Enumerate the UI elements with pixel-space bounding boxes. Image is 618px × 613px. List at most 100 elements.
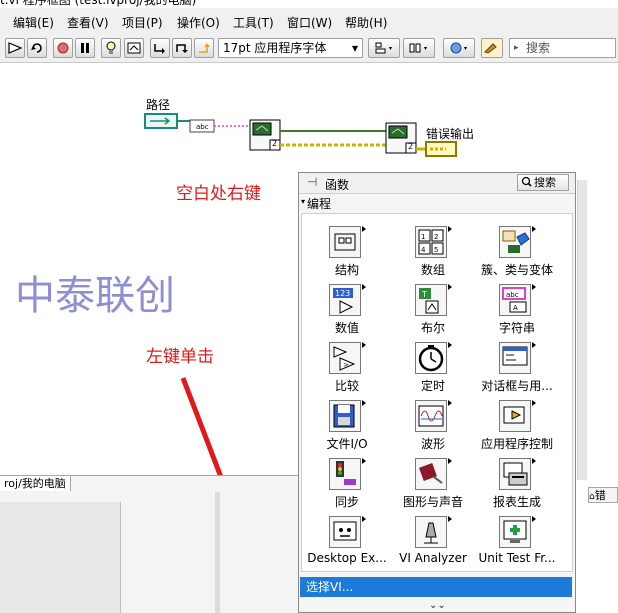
svg-text:4: 4	[421, 246, 426, 254]
palette-item-label: 图形与声音	[402, 495, 463, 509]
magnifier-icon	[521, 175, 532, 193]
palette-item-label: VI Analyzer	[399, 551, 467, 565]
project-tab-bar: roj/我的电脑	[0, 475, 300, 493]
desktop-execution-icon	[329, 516, 366, 548]
palette-header: ⊣ 函数 搜索	[299, 173, 575, 194]
svg-text:2: 2	[434, 233, 438, 241]
reorder-icon[interactable]	[443, 38, 475, 58]
palette-item-label: 对话框与用...	[481, 379, 553, 393]
collapse-triangle-icon[interactable]: ▾	[301, 197, 305, 206]
palette-category[interactable]: 编程	[307, 195, 331, 212]
palette-item-label: 应用程序控制	[480, 437, 553, 451]
svg-text:A: A	[513, 304, 518, 312]
structures-icon	[329, 226, 366, 258]
error-tab[interactable]: ⌂错	[588, 487, 618, 503]
run-continuously-icon[interactable]	[27, 38, 47, 58]
palette-item-waveform[interactable]: 波形	[390, 396, 476, 454]
palette-item-structures[interactable]: 结构	[304, 222, 390, 280]
svg-text:>: >	[343, 361, 349, 369]
highlight-execution-icon[interactable]	[101, 38, 121, 58]
dialog-icon	[499, 342, 536, 374]
select-vi-item[interactable]: 选择VI...	[300, 577, 572, 597]
palette-item-label: 报表生成	[492, 495, 541, 509]
watermark: 中泰联创	[15, 273, 175, 319]
svg-text:1: 1	[421, 233, 425, 241]
palette-item-label: 定时	[420, 379, 445, 393]
unit-test-icon	[499, 516, 536, 548]
graphics-sound-icon	[415, 458, 452, 490]
menu-edit[interactable]: 编辑(E)	[13, 14, 54, 31]
palette-item-label: 同步	[334, 495, 359, 509]
retain-wire-values-icon[interactable]	[124, 38, 144, 58]
menu-view[interactable]: 查看(V)	[67, 14, 109, 31]
palette-item-dialog[interactable]: 对话框与用...	[474, 338, 560, 396]
cluster-icon	[499, 226, 536, 258]
palette-grid: 结构 1 245 数组 簇、类与变体 123 数值 T 布尔 abc A 字符串 >…	[301, 213, 573, 572]
palette-search-button[interactable]: 搜索	[517, 174, 569, 191]
abort-icon[interactable]	[53, 38, 73, 58]
palette-item-label: 簇、类与变体	[480, 263, 553, 277]
palette-item-vi-analyzer[interactable]: VI Analyzer	[390, 512, 476, 570]
menu-window[interactable]: 窗口(W)	[287, 14, 332, 31]
step-into-icon[interactable]	[150, 38, 170, 58]
waveform-icon	[415, 400, 452, 432]
report-icon	[499, 458, 536, 490]
pin-icon[interactable]: ⊣	[307, 175, 317, 189]
functions-palette: ⊣ 函数 搜索 ▾ 编程 结构 1245 数组 簇、类与变体 123 数值 T …	[298, 172, 576, 613]
error-out-label: 错误输出	[426, 127, 475, 141]
palette-item-desktop-execution[interactable]: Desktop Ex...	[304, 512, 390, 570]
palette-item-label: 字符串	[498, 321, 535, 335]
palette-item-graphics-sound[interactable]: 图形与声音	[390, 454, 476, 512]
palette-item-boolean[interactable]: T 布尔	[390, 280, 476, 338]
project-tab[interactable]: roj/我的电脑	[0, 476, 71, 491]
app-control-icon	[499, 400, 536, 432]
run-arrow-icon[interactable]	[5, 38, 25, 58]
svg-text:abc: abc	[196, 123, 209, 131]
palette-item-timing[interactable]: 定时	[390, 338, 476, 396]
window-title-bar: t.vi 程序框图 (test.lvproj/我的电脑)	[0, 0, 618, 8]
menu-tools[interactable]: 工具(T)	[233, 14, 274, 31]
toolbar: 17pt 应用程序字体 ▾ ▸ 搜索	[0, 36, 618, 63]
clean-up-diagram-icon[interactable]	[481, 38, 503, 58]
file-io-icon	[329, 400, 366, 432]
palette-item-report[interactable]: 报表生成	[474, 454, 560, 512]
svg-text:5: 5	[434, 246, 438, 254]
palette-item-unit-test[interactable]: Unit Test Fr...	[474, 512, 560, 570]
toolbar-search-placeholder: 搜索	[526, 41, 551, 55]
diagram-scrollbar[interactable]	[577, 180, 587, 480]
expand-more-icon[interactable]: ⌄⌄	[429, 600, 446, 611]
palette-item-array[interactable]: 1 245 数组	[390, 222, 476, 280]
array-icon: 1 245	[415, 226, 452, 258]
node-count-label: 2	[408, 142, 414, 151]
instruction-left-click: 左键单击	[146, 347, 214, 367]
menu-help[interactable]: 帮助(H)	[345, 14, 387, 31]
boolean-icon: T	[415, 284, 452, 316]
toolbar-search-input[interactable]: ▸ 搜索	[509, 38, 616, 58]
numeric-icon: 123	[329, 284, 366, 316]
svg-text:abc: abc	[506, 291, 519, 299]
palette-item-sync[interactable]: 同步	[304, 454, 390, 512]
palette-item-comparison[interactable]: > 比较	[304, 338, 390, 396]
palette-item-cluster[interactable]: 簇、类与变体	[474, 222, 560, 280]
string-icon: abc A	[499, 284, 536, 316]
svg-text:123: 123	[335, 289, 350, 298]
palette-item-label: 数值	[334, 321, 359, 335]
font-select[interactable]: 17pt 应用程序字体 ▾	[218, 38, 363, 58]
menu-project[interactable]: 项目(P)	[122, 14, 163, 31]
search-icon: ▸	[514, 43, 519, 53]
palette-item-app-control[interactable]: 应用程序控制	[474, 396, 560, 454]
step-over-icon[interactable]	[172, 38, 192, 58]
font-select-value: 17pt 应用程序字体	[223, 41, 327, 55]
timing-icon	[415, 342, 452, 374]
palette-item-string[interactable]: abc A 字符串	[474, 280, 560, 338]
palette-item-numeric[interactable]: 123 数值	[304, 280, 390, 338]
step-out-icon[interactable]	[194, 38, 214, 58]
palette-item-file-io[interactable]: 文件I/O	[304, 396, 390, 454]
menu-operate[interactable]: 操作(O)	[177, 14, 220, 31]
align-objects-icon[interactable]	[368, 38, 400, 58]
pause-icon[interactable]	[75, 38, 95, 58]
palette-search-label: 搜索	[534, 176, 556, 189]
distribute-objects-icon[interactable]	[403, 38, 435, 58]
lower-panel-splitter[interactable]	[215, 492, 220, 613]
palette-item-label: 比较	[334, 379, 359, 393]
